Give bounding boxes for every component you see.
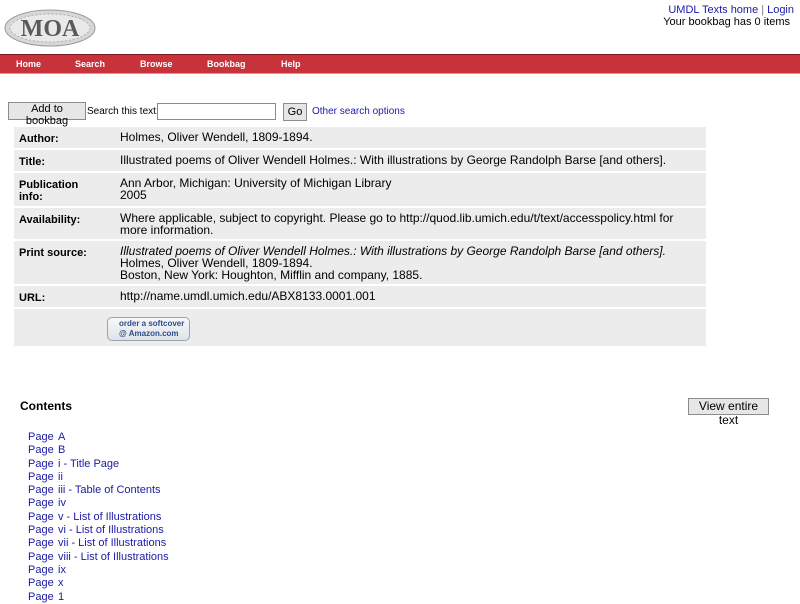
print-source-publisher: Boston, New York: Houghton, Mifflin and … (120, 268, 423, 282)
author-label: Author: (14, 127, 102, 148)
page-label: vi - List of Illustrations (58, 524, 164, 537)
author-row: Author: Holmes, Oliver Wendell, 1809-189… (14, 127, 706, 148)
view-entire-text-button[interactable]: View entire text (688, 398, 769, 427)
amazon-line1: order a softcover (119, 319, 185, 328)
page-link-v[interactable]: Page v - List of Illustrations (28, 511, 169, 524)
page-prefix: Page (28, 590, 54, 603)
page-label: vii - List of Illustrations (58, 537, 167, 550)
page-link-viii[interactable]: Page viii - List of Illustrations (28, 551, 169, 564)
page-label: v - List of Illustrations (58, 510, 162, 523)
page-prefix: Page (28, 537, 54, 550)
link-separator: | (761, 4, 765, 16)
page-prefix: Page (28, 550, 54, 563)
page-label: 1 (58, 590, 65, 603)
amazon-order-button[interactable]: order a softcover @ Amazon.com (107, 317, 190, 341)
page-link-x[interactable]: Page x (28, 577, 169, 590)
page-link-iv[interactable]: Page iv (28, 497, 169, 510)
page-link-ix[interactable]: Page ix (28, 564, 169, 577)
page-label: iv (58, 497, 66, 510)
page-link-vii[interactable]: Page vii - List of Illustrations (28, 537, 169, 550)
go-button[interactable]: Go (283, 103, 307, 121)
add-to-bookbag-button[interactable]: Add to bookbag (8, 102, 86, 127)
top-links: UMDL Texts home | Login (668, 3, 794, 17)
nav-browse[interactable]: Browse (140, 59, 173, 69)
url-row: URL: http://name.umdl.umich.edu/ABX8133.… (14, 286, 706, 307)
metadata-table: Author: Holmes, Oliver Wendell, 1809-189… (14, 125, 706, 348)
title-label: Title: (14, 150, 102, 171)
page-link-1[interactable]: Page 1 (28, 591, 169, 604)
page-link-ii[interactable]: Page ii (28, 471, 169, 484)
page-prefix: Page (28, 470, 54, 483)
umdl-home-link[interactable]: UMDL Texts home (668, 4, 758, 16)
nav-bookbag[interactable]: Bookbag (207, 59, 246, 69)
contents-heading: Contents (20, 399, 72, 413)
page-prefix: Page (28, 510, 54, 523)
print-source-label: Print source: (14, 241, 102, 284)
nav-bar: Home Search Browse Bookbag Help (0, 54, 800, 74)
page-prefix: Page (28, 577, 54, 590)
amazon-cell: order a softcover @ Amazon.com (102, 309, 706, 346)
page-label: ix (58, 563, 66, 576)
title-value: Illustrated poems of Oliver Wendell Holm… (102, 150, 706, 171)
availability-label: Availability: (14, 208, 102, 239)
page-label: i - Title Page (58, 457, 120, 470)
publication-row: Publication info: Ann Arbor, Michigan: U… (14, 173, 706, 206)
page-label: A (58, 431, 66, 443)
amazon-line2: @ Amazon.com (119, 329, 179, 338)
page-link-i[interactable]: Page i - Title Page (28, 458, 169, 471)
logo-text: MOA (21, 16, 80, 42)
nav-help[interactable]: Help (281, 59, 301, 69)
page-label: x (58, 577, 64, 590)
url-value: http://name.umdl.umich.edu/ABX8133.0001.… (102, 286, 706, 307)
publication-year: 2005 (120, 188, 147, 202)
bookbag-status: Your bookbag has 0 items (663, 16, 790, 28)
publication-place: Ann Arbor, Michigan: University of Michi… (120, 176, 392, 190)
url-label: URL: (14, 286, 102, 307)
amazon-row: order a softcover @ Amazon.com (14, 309, 706, 346)
print-source-value: Illustrated poems of Oliver Wendell Holm… (102, 241, 706, 284)
page-prefix: Page (28, 524, 54, 537)
search-input[interactable] (157, 103, 276, 120)
page-link-vi[interactable]: Page vi - List of Illustrations (28, 524, 169, 537)
title-row: Title: Illustrated poems of Oliver Wende… (14, 150, 706, 171)
login-link[interactable]: Login (767, 4, 794, 16)
page-prefix: Page (28, 484, 54, 497)
page-link-iii[interactable]: Page iii - Table of Contents (28, 484, 169, 497)
availability-row: Availability: Where applicable, subject … (14, 208, 706, 239)
page-list: Page A Page B Page i - Title Page Page ii Pa… (28, 431, 169, 604)
author-value: Holmes, Oliver Wendell, 1809-1894. (102, 127, 706, 148)
page-label: B (58, 444, 66, 457)
nav-search[interactable]: Search (75, 59, 105, 69)
availability-value: Where applicable, subject to copyright. … (102, 208, 706, 239)
page-label: viii - List of Illustrations (58, 550, 169, 563)
page-link-B[interactable]: Page B (28, 444, 169, 457)
amazon-row-label (14, 309, 102, 346)
page-link-A[interactable]: Page A (28, 431, 169, 444)
search-label: Search this text: (87, 106, 159, 117)
page-prefix: Page (28, 431, 54, 443)
publication-label: Publication info: (14, 173, 102, 206)
page-prefix: Page (28, 497, 54, 510)
publication-value: Ann Arbor, Michigan: University of Michi… (102, 173, 706, 206)
page-prefix: Page (28, 563, 54, 576)
page-label: iii - Table of Contents (58, 484, 161, 497)
page-prefix: Page (28, 457, 54, 470)
moa-logo[interactable]: MOA (4, 8, 96, 48)
other-search-options-link[interactable]: Other search options (312, 106, 405, 117)
page-label: ii (58, 470, 63, 483)
print-source-row: Print source: Illustrated poems of Olive… (14, 241, 706, 284)
page-prefix: Page (28, 444, 54, 457)
nav-home[interactable]: Home (16, 59, 41, 69)
